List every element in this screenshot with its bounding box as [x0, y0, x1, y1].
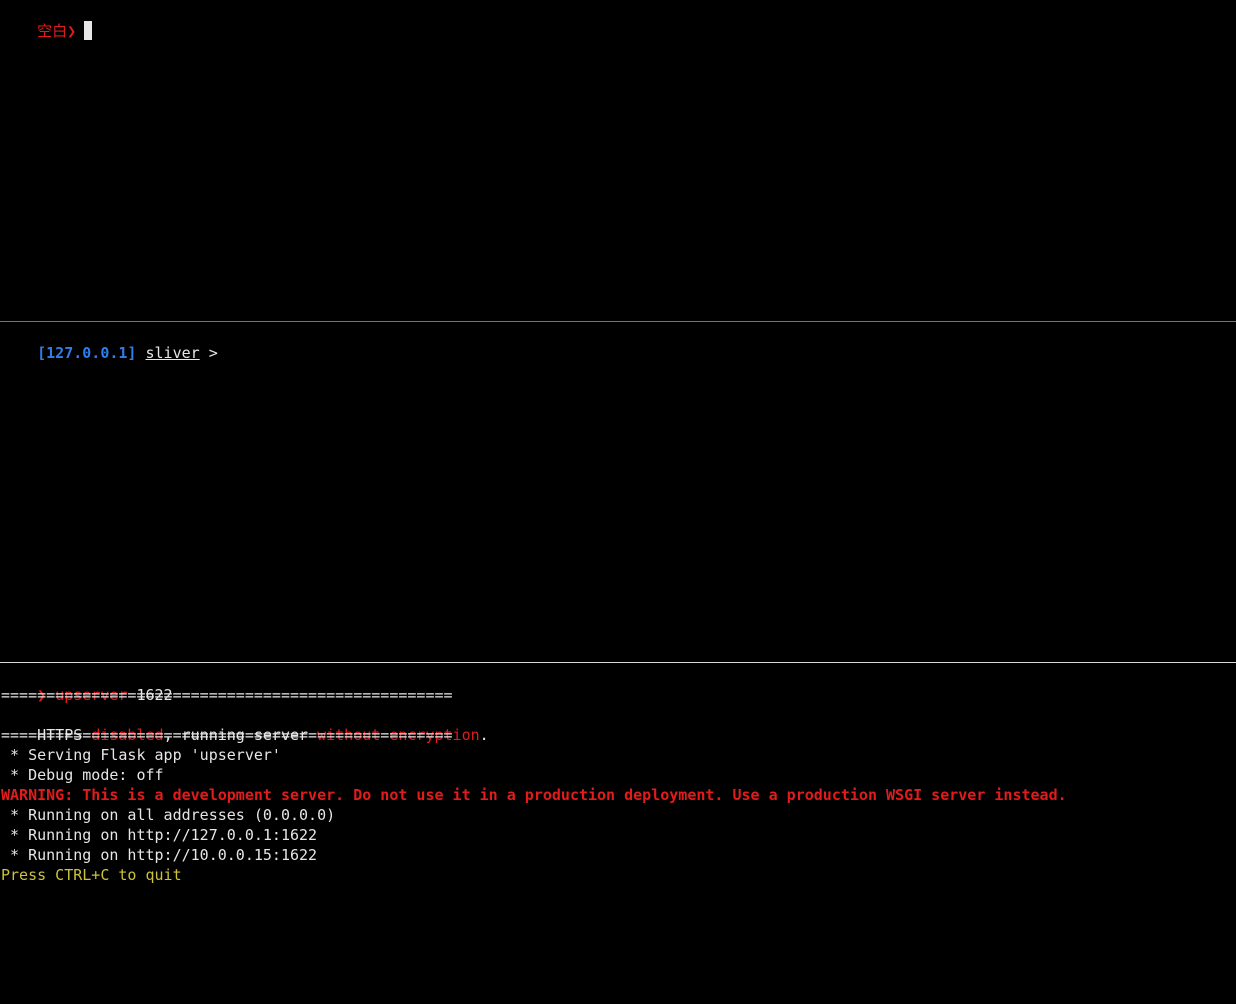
prompt-chevron-icon: ❯	[67, 22, 77, 40]
debug-line: * Debug mode: off	[1, 766, 164, 784]
quit-hint-line: Press CTRL+C to quit	[1, 866, 182, 884]
running-local-line: * Running on http://127.0.0.1:1622	[1, 826, 318, 844]
https-status-line: HTTPS disabled, running server without e…	[0, 705, 1236, 744]
command-line: ❯ upserver 1622	[0, 665, 1236, 704]
terminal-pane-middle[interactable]: [127.0.0.1] sliver >	[0, 322, 1236, 662]
serving-line: * Serving Flask app 'upserver'	[1, 746, 281, 764]
session-address: [127.0.0.1]	[37, 344, 137, 362]
sliver-prompt-line[interactable]: [127.0.0.1] sliver >	[0, 323, 1236, 362]
warning-line: WARNING: This is a development server. D…	[1, 786, 1067, 804]
terminal-pane-top[interactable]: 空白❯	[0, 0, 1236, 321]
session-name: sliver	[145, 344, 200, 362]
prompt-symbol: >	[208, 344, 218, 362]
prompt-label: 空白	[37, 22, 68, 40]
running-all-line: * Running on all addresses (0.0.0.0)	[1, 806, 336, 824]
terminal-pane-bottom[interactable]: ❯ upserver 1622 ========================…	[0, 663, 1236, 1004]
separator-line: ========================================…	[1, 686, 453, 704]
shell-prompt-line[interactable]: 空白❯	[0, 1, 1236, 40]
running-ip-line: * Running on http://10.0.0.15:1622	[1, 846, 318, 864]
https-end: .	[479, 726, 489, 744]
text-cursor	[84, 21, 93, 40]
separator-line: ========================================…	[1, 726, 453, 744]
